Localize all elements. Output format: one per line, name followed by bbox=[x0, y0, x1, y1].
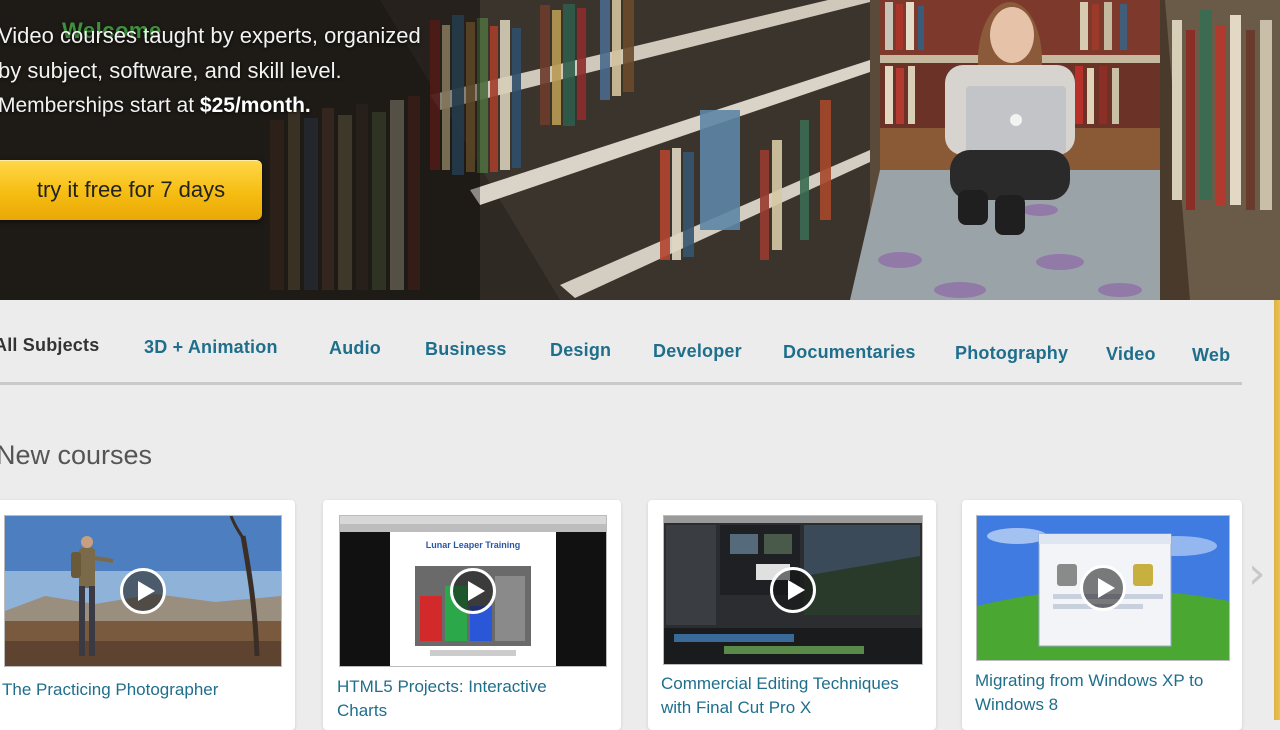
play-icon[interactable] bbox=[770, 567, 816, 613]
nav-audio[interactable]: Audio bbox=[329, 338, 381, 359]
course-title-2-line-1[interactable]: HTML5 Projects: Interactive bbox=[337, 677, 547, 696]
nav-3d-animation[interactable]: 3D + Animation bbox=[144, 337, 278, 358]
hero-tagline: Video courses taught by experts, organiz… bbox=[0, 18, 421, 123]
chevron-right-icon[interactable]: › bbox=[1248, 548, 1266, 599]
play-icon[interactable] bbox=[120, 568, 166, 614]
course-title-4[interactable]: Migrating from Windows XP to Windows 8 bbox=[975, 669, 1237, 717]
nav-all-subjects[interactable]: All Subjects bbox=[0, 335, 99, 356]
course-thumbnail-2[interactable]: Lunar Leaper Training bbox=[339, 515, 607, 667]
nav-design[interactable]: Design bbox=[550, 340, 611, 361]
nav-web[interactable]: Web bbox=[1192, 345, 1230, 366]
course-card-4[interactable]: Migrating from Windows XP to Windows 8 bbox=[962, 500, 1242, 730]
course-title-3-line-2[interactable]: with Final Cut Pro X bbox=[661, 698, 811, 717]
course-title-1[interactable]: The Practicing Photographer bbox=[2, 678, 292, 702]
new-courses-heading: New courses bbox=[0, 440, 153, 470]
course-thumbnail-3[interactable] bbox=[663, 515, 923, 665]
course-title-3-line-1[interactable]: Commercial Editing Techniques bbox=[661, 674, 899, 693]
course-title-3[interactable]: Commercial Editing Techniques with Final… bbox=[661, 672, 931, 720]
hero-line-2: by subject, software, and skill level. bbox=[0, 58, 342, 83]
course-thumbnail-4[interactable] bbox=[976, 515, 1230, 661]
hero-banner: Welcome Video courses taught by experts,… bbox=[0, 0, 1280, 300]
course-title-2[interactable]: HTML5 Projects: Interactive Charts bbox=[337, 675, 617, 723]
course-title-4-line-1[interactable]: Migrating from Windows XP to bbox=[975, 671, 1203, 690]
course-title-1-line-1[interactable]: The Practicing Photographer bbox=[2, 680, 218, 699]
course-title-2-line-2[interactable]: Charts bbox=[337, 701, 387, 720]
nav-developer[interactable]: Developer bbox=[653, 341, 742, 362]
play-icon[interactable] bbox=[450, 568, 496, 614]
course-card-2[interactable]: Lunar Leaper Training HTML5 Projects: In… bbox=[323, 500, 621, 730]
thumbnail-heading: Lunar Leaper Training bbox=[425, 540, 521, 550]
nav-business[interactable]: Business bbox=[425, 339, 507, 360]
course-card-1[interactable]: The Practicing Photographer bbox=[0, 500, 295, 730]
hero-membership-text: Memberships start at bbox=[0, 94, 200, 117]
course-title-4-line-2[interactable]: Windows 8 bbox=[975, 695, 1058, 714]
free-trial-button[interactable]: try it free for 7 days bbox=[0, 160, 262, 220]
nav-video[interactable]: Video bbox=[1106, 344, 1156, 365]
window-edge bbox=[1274, 300, 1280, 720]
hero-price: $25/month. bbox=[199, 94, 311, 117]
course-thumbnail-1[interactable] bbox=[4, 515, 282, 667]
nav-documentaries[interactable]: Documentaries bbox=[783, 342, 916, 363]
nav-divider bbox=[0, 382, 1242, 385]
subject-nav: All Subjects 3D + Animation Audio Busine… bbox=[0, 330, 1240, 366]
nav-photography[interactable]: Photography bbox=[955, 343, 1068, 364]
hero-line-1: Video courses taught by experts, organiz… bbox=[0, 23, 421, 48]
play-icon[interactable] bbox=[1080, 565, 1126, 611]
hero-line-3: Memberships start at $25/month. bbox=[0, 88, 421, 123]
course-card-3[interactable]: Commercial Editing Techniques with Final… bbox=[648, 500, 936, 730]
